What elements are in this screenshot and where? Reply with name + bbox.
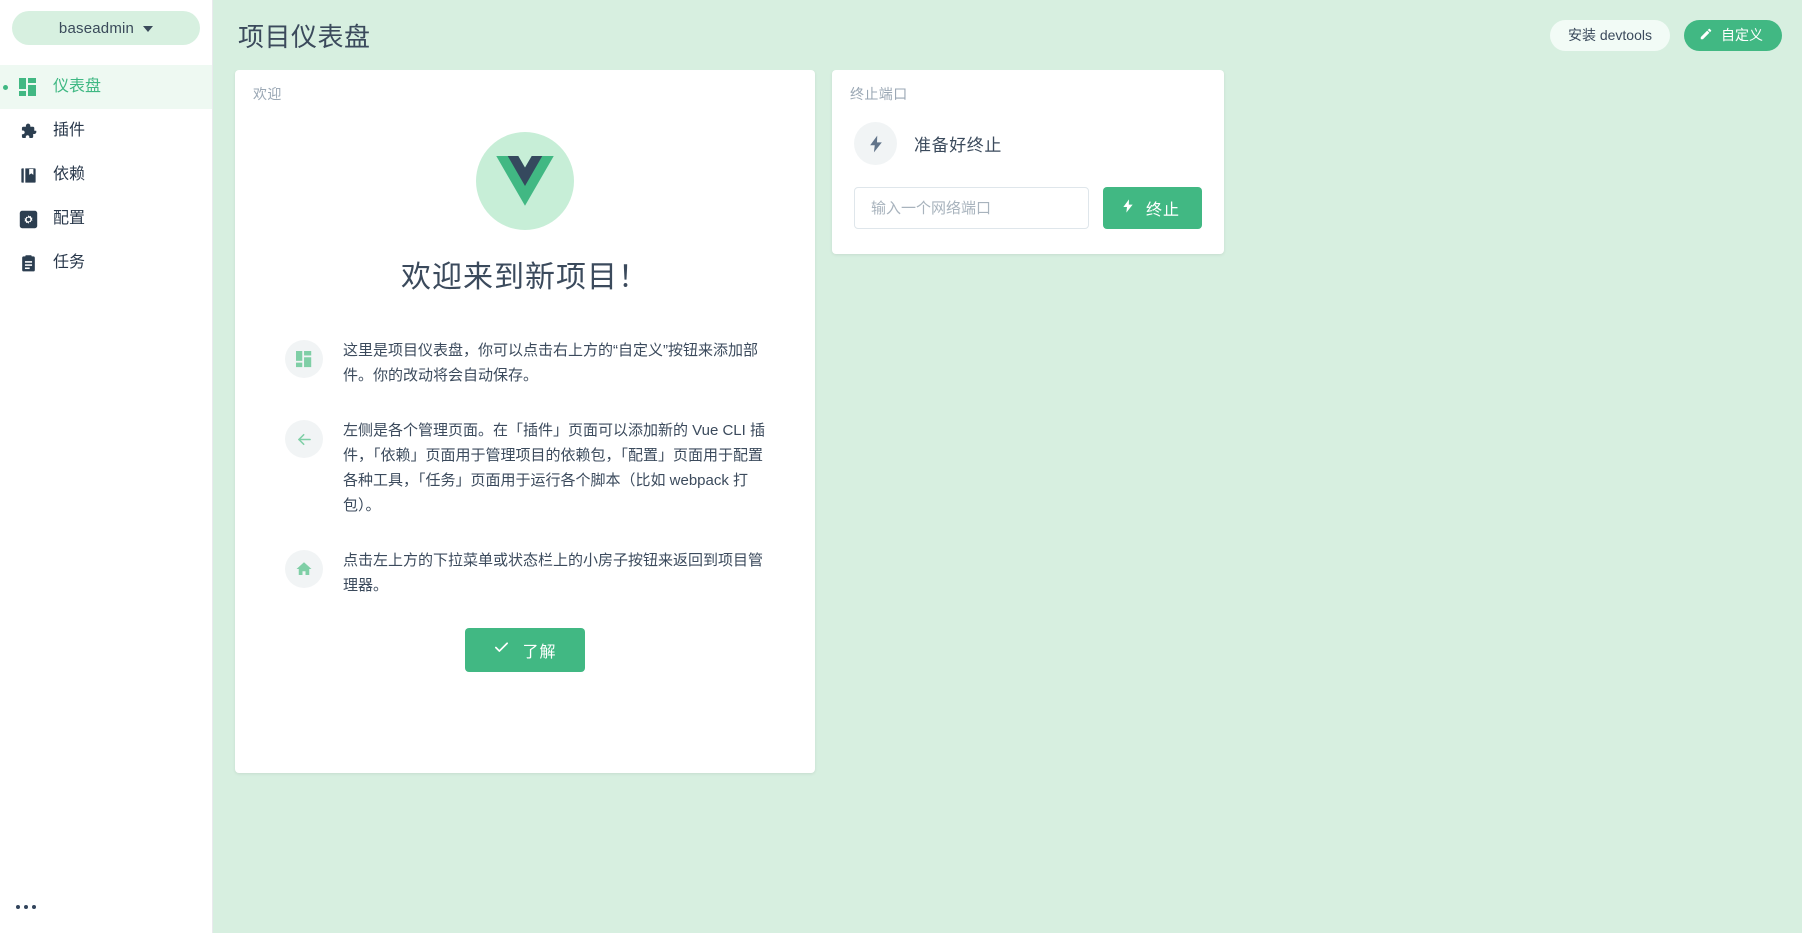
main-area: 项目仪表盘 安装 devtools 自定义 欢迎 欢迎来到新项目！ 这里是项目仪… xyxy=(213,0,1802,933)
welcome-tip: 左侧是各个管理页面。在「插件」页面可以添加新的 Vue CLI 插件，「依赖」页… xyxy=(263,418,787,518)
sidebar-item-tasks[interactable]: 任务 xyxy=(0,241,212,285)
sidebar-item-label: 配置 xyxy=(53,210,86,227)
sidebar-item-label: 插件 xyxy=(53,122,86,139)
arrow-left-icon xyxy=(285,420,323,458)
welcome-tip-text: 左侧是各个管理页面。在「插件」页面可以添加新的 Vue CLI 插件，「依赖」页… xyxy=(343,422,765,514)
sidebar-item-dependencies[interactable]: 依赖 xyxy=(0,153,212,197)
project-switcher-label: baseadmin xyxy=(58,19,135,37)
terminate-status-row: 准备好终止 xyxy=(854,122,1202,165)
sidebar-item-label: 依赖 xyxy=(53,166,86,183)
terminate-button-label: 终止 xyxy=(1145,202,1180,219)
project-switcher[interactable]: baseadmin xyxy=(12,11,200,45)
lightning-icon xyxy=(1120,198,1136,219)
welcome-body: 欢迎来到新项目！ 这里是项目仪表盘，你可以点击右上方的“自定义”按钮来添加部件。… xyxy=(235,104,815,773)
sidebar-nav: 仪表盘 插件 依赖 配置 任务 xyxy=(0,65,212,285)
dashboard-icon xyxy=(285,340,323,378)
pencil-icon xyxy=(1699,27,1713,44)
welcome-tip-text: 这里是项目仪表盘，你可以点击右上方的“自定义”按钮来添加部件。你的改动将会自动保… xyxy=(343,342,758,384)
topbar-actions: 安装 devtools 自定义 xyxy=(1549,19,1782,51)
more-dots-icon[interactable] xyxy=(14,899,38,915)
terminate-input-row: 终止 xyxy=(854,187,1202,229)
sidebar-item-configuration[interactable]: 配置 xyxy=(0,197,212,241)
terminate-port-widget: 终止端口 准备好终止 输入一个网络端口 终止 xyxy=(832,70,1224,254)
dashboard-widgets: 欢迎 欢迎来到新项目！ 这里是项目仪表盘，你可以点击右上方的“自定义”按钮来添加… xyxy=(213,70,1802,933)
install-devtools-button[interactable]: 安装 devtools xyxy=(1549,19,1670,51)
welcome-tips: 这里是项目仪表盘，你可以点击右上方的“自定义”按钮来添加部件。你的改动将会自动保… xyxy=(263,338,787,598)
welcome-footer: 了解 xyxy=(263,598,787,708)
topbar: 项目仪表盘 安装 devtools 自定义 xyxy=(213,0,1802,70)
home-icon xyxy=(285,550,323,588)
customize-button[interactable]: 自定义 xyxy=(1684,19,1782,51)
port-input[interactable] xyxy=(854,187,1089,229)
sidebar-item-dashboard[interactable]: 仪表盘 xyxy=(0,65,212,109)
welcome-tip-text: 点击左上方的下拉菜单或状态栏上的小房子按钮来返回到项目管理器。 xyxy=(343,552,764,594)
page-title: 项目仪表盘 xyxy=(238,21,371,52)
terminate-button[interactable]: 终止 xyxy=(1102,187,1202,229)
sidebar-item-plugins[interactable]: 插件 xyxy=(0,109,212,153)
sidebar: baseadmin 仪表盘 插件 依赖 配置 任务 xyxy=(0,0,213,933)
understood-button-label: 了解 xyxy=(522,644,557,661)
welcome-tip: 点击左上方的下拉菜单或状态栏上的小房子按钮来返回到项目管理器。 xyxy=(263,548,787,598)
customize-button-label: 自定义 xyxy=(1721,27,1763,43)
lightning-icon xyxy=(854,122,897,165)
book-icon xyxy=(18,165,38,185)
puzzle-icon xyxy=(18,121,38,141)
welcome-heading: 欢迎来到新项目！ xyxy=(401,261,649,294)
app-root: baseadmin 仪表盘 插件 依赖 配置 任务 项目仪表盘 安装 devto… xyxy=(0,0,1802,933)
sidebar-item-label: 仪表盘 xyxy=(53,78,102,95)
gear-icon xyxy=(18,209,38,229)
welcome-widget: 欢迎 欢迎来到新项目！ 这里是项目仪表盘，你可以点击右上方的“自定义”按钮来添加… xyxy=(235,70,815,773)
terminate-port-widget-title: 终止端口 xyxy=(850,86,908,102)
clipboard-icon xyxy=(18,253,38,273)
sidebar-item-label: 任务 xyxy=(53,254,86,271)
dashboard-icon xyxy=(18,77,38,97)
terminate-status-text: 准备好终止 xyxy=(914,136,1002,155)
chevron-down-icon xyxy=(143,26,154,32)
terminate-port-body: 准备好终止 终止 xyxy=(832,104,1224,251)
welcome-tip: 这里是项目仪表盘，你可以点击右上方的“自定义”按钮来添加部件。你的改动将会自动保… xyxy=(263,338,787,388)
active-indicator-dot xyxy=(3,84,8,90)
understood-button[interactable]: 了解 xyxy=(465,628,585,672)
vue-logo xyxy=(476,132,574,230)
check-icon xyxy=(493,639,510,661)
welcome-widget-title: 欢迎 xyxy=(253,86,282,102)
